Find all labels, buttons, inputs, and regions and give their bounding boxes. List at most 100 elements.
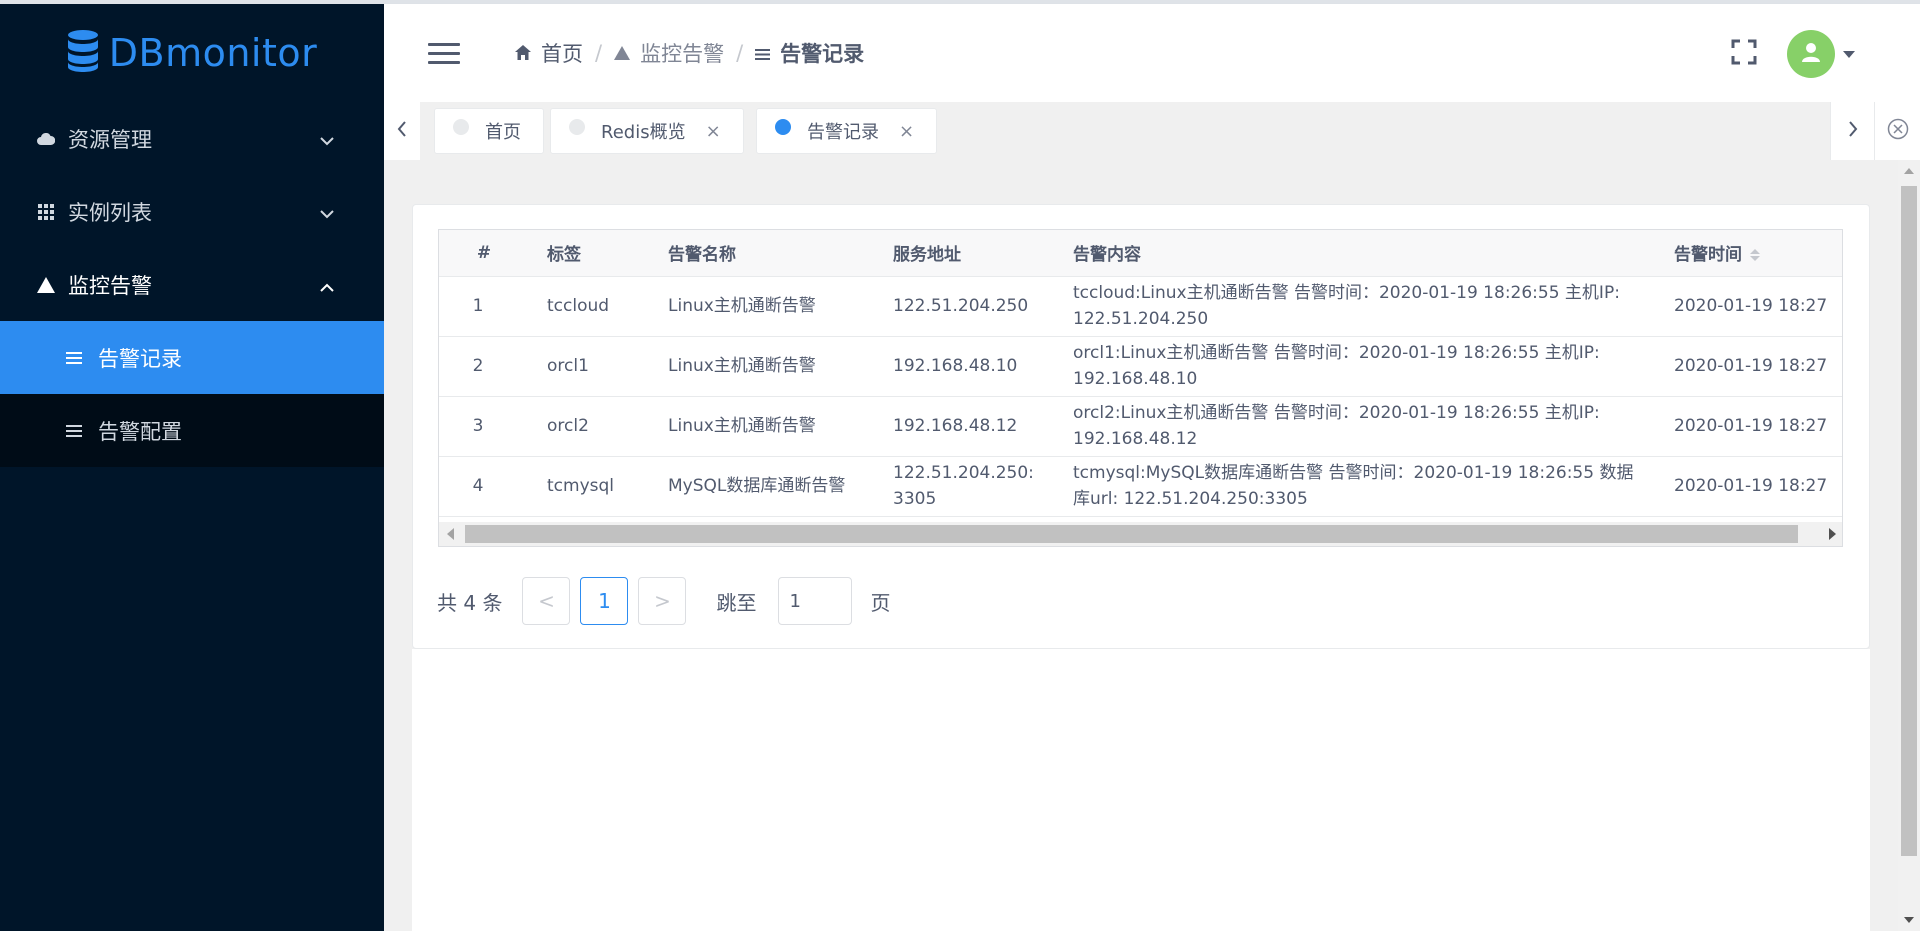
- cell-time: 2020-01-19 18:27: [1656, 456, 1842, 517]
- close-icon[interactable]: ×: [899, 121, 914, 142]
- table-horizontal-scrollbar[interactable]: [439, 522, 1842, 546]
- close-all-tabs-button[interactable]: [1874, 102, 1920, 160]
- cell-tag: tccloud: [529, 276, 650, 337]
- chevron-down-icon: [320, 127, 334, 151]
- cell-alert-name: Linux主机通断告警: [650, 276, 875, 337]
- chevron-left-icon: [397, 120, 407, 142]
- scrollbar-thumb[interactable]: [465, 525, 1798, 543]
- sidebar-item-label: 告警记录: [98, 346, 182, 371]
- sidebar-item-monitor-alert[interactable]: 监控告警: [0, 248, 384, 321]
- tab-label: Redis概览: [601, 122, 686, 143]
- column-header-time-label: 告警时间: [1674, 245, 1742, 266]
- main-content: # 标签 告警名称 服务地址 告警内容 告警时间 1 tccloud Linux…: [384, 160, 1898, 931]
- app-logo[interactable]: DBmonitor: [0, 4, 384, 102]
- cell-address: 122.51.204.250:3305: [875, 456, 1055, 517]
- cell-time: 2020-01-19 18:27: [1656, 276, 1842, 337]
- column-header-tag: 标签: [529, 230, 650, 277]
- grid-icon: [36, 203, 56, 220]
- tags-scroll-left-button[interactable]: [384, 102, 420, 160]
- sidebar-item-alert-config[interactable]: 告警配置: [0, 394, 384, 467]
- scrollbar-thumb[interactable]: [1901, 186, 1917, 856]
- scroll-down-arrow-icon[interactable]: [1904, 917, 1914, 923]
- page-suffix: 页: [870, 590, 891, 615]
- page-vertical-scrollbar[interactable]: [1898, 160, 1920, 931]
- sort-icon[interactable]: [1750, 249, 1760, 262]
- warning-icon: [614, 41, 631, 65]
- cell-content: tcmysql:MySQL数据库通断告警 告警时间：2020-01-19 18:…: [1055, 456, 1656, 517]
- content-panel-background: [412, 649, 1870, 931]
- breadcrumb-item-monitor[interactable]: 监控告警: [614, 38, 724, 68]
- table-row[interactable]: 1 tccloud Linux主机通断告警 122.51.204.250 tcc…: [439, 276, 1842, 337]
- header-actions: [1731, 30, 1855, 78]
- sidebar-item-resource[interactable]: 资源管理: [0, 102, 384, 175]
- submenu-monitor-alert: 告警记录 告警配置: [0, 321, 384, 467]
- jump-page-input[interactable]: [778, 577, 853, 625]
- column-header-address: 服务地址: [875, 230, 1055, 277]
- list-icon: [64, 424, 84, 437]
- close-icon[interactable]: ×: [706, 121, 721, 142]
- column-header-time[interactable]: 告警时间: [1656, 230, 1842, 277]
- breadcrumb-item-home[interactable]: 首页: [515, 38, 583, 68]
- next-page-button[interactable]: >: [638, 577, 687, 625]
- home-icon: [515, 41, 531, 65]
- breadcrumb-label: 首页: [541, 42, 583, 66]
- scroll-right-arrow-icon[interactable]: [1829, 528, 1836, 540]
- avatar[interactable]: [1787, 30, 1835, 78]
- cloud-icon: [36, 132, 56, 145]
- cell-time: 2020-01-19 18:27: [1656, 336, 1842, 397]
- breadcrumb-label: 监控告警: [640, 42, 725, 66]
- jump-label: 跳至: [716, 590, 757, 615]
- fullscreen-icon[interactable]: [1731, 39, 1757, 70]
- cell-content: orcl2:Linux主机通断告警 告警时间：2020-01-19 18:26:…: [1055, 396, 1656, 457]
- tab-status-dot: [453, 119, 469, 135]
- cell-alert-name: Linux主机通断告警: [650, 336, 875, 397]
- cell-address: 192.168.48.12: [875, 396, 1055, 457]
- chevron-up-icon: [320, 273, 334, 297]
- breadcrumb-label: 告警记录: [780, 42, 865, 66]
- prev-page-button[interactable]: <: [522, 577, 571, 625]
- table-row[interactable]: 3 orcl2 Linux主机通断告警 192.168.48.12 orcl2:…: [439, 396, 1842, 457]
- sidebar-item-alert-records[interactable]: 告警记录: [0, 321, 384, 394]
- sidebar: DBmonitor 资源管理 实例列表 监控告警 告警记录 告警配置: [0, 4, 384, 931]
- tab-home[interactable]: 首页: [434, 108, 544, 154]
- tags-nav: 首页 Redis概览 × 告警记录 ×: [384, 102, 1920, 160]
- cell-time: 2020-01-19 18:27: [1656, 396, 1842, 457]
- alert-records-card: # 标签 告警名称 服务地址 告警内容 告警时间 1 tccloud Linux…: [412, 204, 1870, 649]
- table-row[interactable]: 2 orcl1 Linux主机通断告警 192.168.48.10 orcl1:…: [439, 336, 1842, 397]
- close-circle-icon: [1887, 118, 1909, 145]
- column-header-alert-name: 告警名称: [650, 230, 875, 277]
- tab-redis-overview[interactable]: Redis概览 ×: [550, 108, 744, 154]
- tab-status-dot: [775, 119, 791, 135]
- cell-index: 3: [439, 396, 529, 457]
- tab-alert-records[interactable]: 告警记录 ×: [756, 108, 938, 154]
- cell-index: 1: [439, 276, 529, 337]
- table-header-row: # 标签 告警名称 服务地址 告警内容 告警时间: [439, 230, 1842, 277]
- list-icon: [64, 351, 84, 364]
- app-name: DBmonitor: [108, 31, 318, 75]
- page-button-current[interactable]: 1: [580, 577, 629, 625]
- cell-content: orcl1:Linux主机通断告警 告警时间：2020-01-19 18:26:…: [1055, 336, 1656, 397]
- cell-index: 2: [439, 336, 529, 397]
- sidebar-item-label: 告警配置: [98, 419, 182, 444]
- warning-icon: [36, 276, 56, 293]
- table-row[interactable]: 4 tcmysql MySQL数据库通断告警 122.51.204.250:33…: [439, 456, 1842, 517]
- list-icon: [755, 41, 771, 65]
- sidebar-item-label: 实例列表: [68, 200, 152, 225]
- scroll-up-arrow-icon[interactable]: [1904, 168, 1914, 174]
- tags-scroll-right-button[interactable]: [1830, 102, 1874, 160]
- scroll-left-arrow-icon[interactable]: [447, 528, 454, 540]
- cell-alert-name: MySQL数据库通断告警: [650, 456, 875, 517]
- pagination: 共 4 条 < 1 > 跳至 页: [437, 577, 890, 625]
- top-header: 首页 / 监控告警 / 告警记录: [384, 4, 1920, 102]
- cell-tag: orcl1: [529, 336, 650, 397]
- menu-toggle-icon[interactable]: [428, 37, 460, 70]
- chevron-right-icon: [1848, 120, 1858, 142]
- cell-content: tccloud:Linux主机通断告警 告警时间：2020-01-19 18:2…: [1055, 276, 1656, 337]
- breadcrumb-separator: /: [736, 41, 744, 65]
- sidebar-item-instances[interactable]: 实例列表: [0, 175, 384, 248]
- tab-label: 首页: [485, 122, 521, 143]
- caret-down-icon[interactable]: [1843, 50, 1855, 58]
- column-header-content: 告警内容: [1055, 230, 1656, 277]
- sidebar-item-label: 资源管理: [68, 127, 152, 152]
- user-icon: [1802, 42, 1820, 67]
